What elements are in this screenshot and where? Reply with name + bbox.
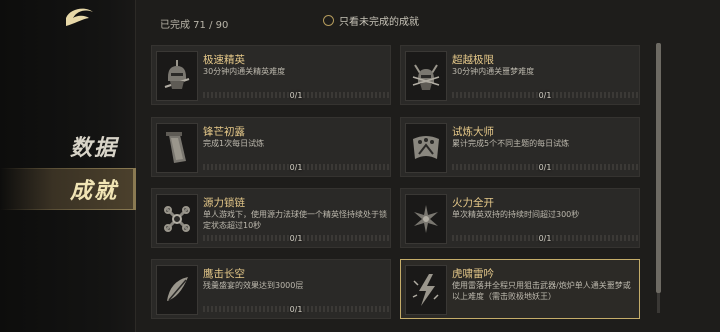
achievement-icon-frame — [405, 51, 447, 101]
achievement-card[interactable]: 火力全开 单次精英双持的持续时间超过300秒 0/1 — [400, 188, 640, 248]
filter-label: 只看未完成的成就 — [339, 17, 419, 28]
horned-helmet-icon — [412, 64, 440, 90]
lightning-icon — [412, 274, 439, 306]
achievement-card[interactable]: 超越极限 30分钟内通关噩梦难度 0/1 — [400, 45, 640, 105]
achievement-icon-frame — [156, 123, 198, 173]
achievement-title: 火力全开 — [452, 197, 494, 209]
achievement-card[interactable]: 虎啸雷吟 使用雷落并全程只用狙击武器/炮炉单人通关噩梦或以上难度（需击败极地妖王… — [400, 259, 640, 319]
progress-text: 0/1 — [289, 234, 303, 243]
achievement-title: 源力锁链 — [203, 197, 245, 209]
progress-text: 0/1 — [538, 91, 552, 100]
achievement-title: 超越极限 — [452, 54, 494, 66]
incomplete-filter-toggle[interactable]: 只看未完成的成就 — [323, 13, 419, 28]
radio-icon[interactable] — [323, 15, 334, 26]
achievement-title: 锋芒初露 — [203, 126, 245, 138]
achievement-card[interactable]: 源力锁链 单人游戏下，使用源力法球使一个精英怪持续处于锁定状态超过10秒 0/1 — [151, 188, 391, 248]
banner-icon — [413, 136, 439, 159]
sidebar-item-achievements[interactable]: 成就 — [0, 168, 136, 210]
achievement-description: 单人游戏下，使用源力法球使一个精英怪持续处于锁定状态超过10秒 — [203, 210, 387, 230]
achievement-icon-frame — [405, 265, 447, 315]
helmet-sword-icon — [164, 60, 190, 89]
progress-text: 0/1 — [538, 163, 552, 172]
achievement-description: 30分钟内通关精英难度 — [203, 67, 286, 76]
blade-icon — [166, 132, 186, 163]
achievement-icon-frame — [156, 194, 198, 244]
achievement-title: 试炼大师 — [452, 126, 494, 138]
achievement-icon-frame — [405, 194, 447, 244]
achievement-title: 鹰击长空 — [203, 268, 245, 280]
scrollbar-thumb[interactable] — [656, 43, 661, 293]
feather-icon — [167, 277, 188, 301]
achievement-description: 使用雷落并全程只用狙击武器/炮炉单人通关噩梦或以上难度（需击败极地妖王） — [452, 281, 631, 301]
achievement-title: 极速精英 — [203, 54, 245, 66]
achievement-icon-frame — [405, 123, 447, 173]
achievement-description: 完成1次每日试炼 — [203, 139, 265, 148]
progress-text: 0/1 — [289, 305, 303, 314]
achievement-icon-frame — [156, 265, 198, 315]
achievement-description: 残羹盛宴的效果达到3000层 — [203, 281, 304, 290]
achievement-card[interactable]: 极速精英 30分钟内通关精英难度 0/1 — [151, 45, 391, 105]
progress-text: 0/1 — [289, 163, 303, 172]
achievement-title: 虎啸雷吟 — [452, 268, 494, 280]
sidebar-item-data[interactable]: 数据 — [0, 126, 136, 166]
achievement-card[interactable]: 锋芒初露 完成1次每日试炼 0/1 — [151, 117, 391, 177]
achievement-description: 单次精英双持的持续时间超过300秒 — [452, 210, 580, 219]
progress-text: 0/1 — [538, 234, 552, 243]
sidebar: 数据 成就 — [0, 0, 136, 332]
crescent-logo-icon — [66, 8, 93, 26]
progress-text: 0/1 — [289, 91, 303, 100]
achievement-card[interactable]: 试炼大师 累计完成5个不同主题的每日试炼 0/1 — [400, 117, 640, 177]
achievement-card[interactable]: 鹰击长空 残羹盛宴的效果达到3000层 0/1 — [151, 259, 391, 319]
achievement-description: 30分钟内通关噩梦难度 — [452, 67, 535, 76]
burst-icon — [414, 205, 438, 233]
completion-counter: 已完成 71 / 90 — [160, 20, 229, 31]
achievement-icon-frame — [156, 51, 198, 101]
chain-icon — [164, 206, 190, 232]
achievement-description: 累计完成5个不同主题的每日试炼 — [452, 139, 570, 148]
